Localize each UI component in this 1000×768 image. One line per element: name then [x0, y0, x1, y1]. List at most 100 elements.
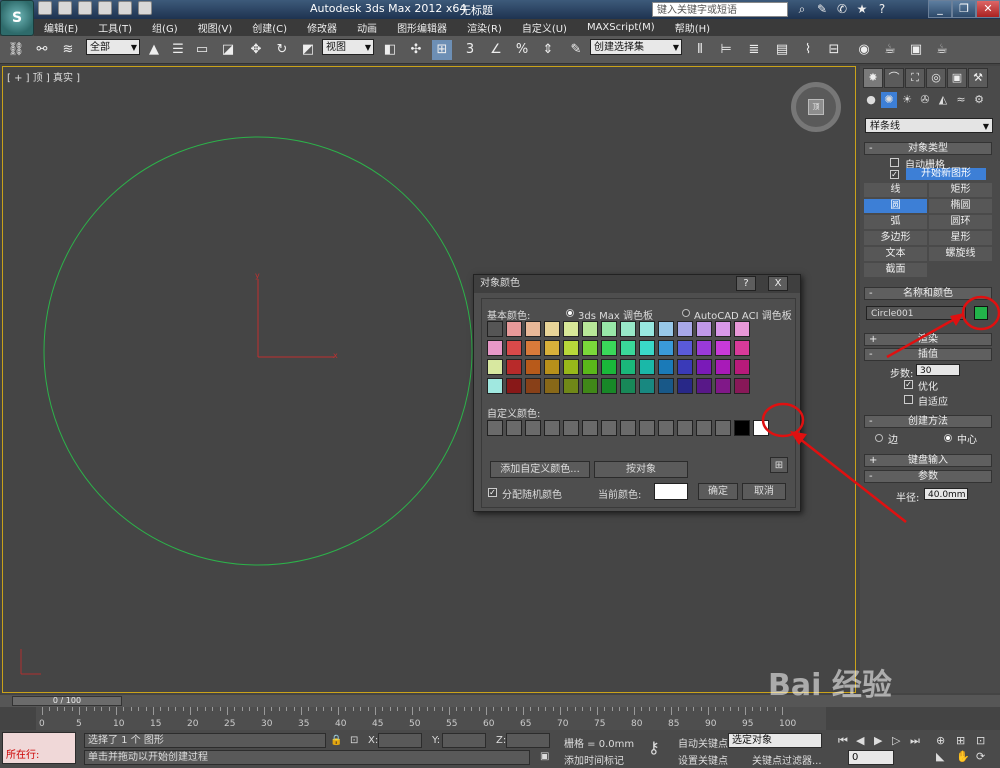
- key-filters-button[interactable]: 关键点过滤器...: [752, 752, 822, 767]
- timeline-tick: [116, 707, 117, 715]
- timeline-tick: [153, 707, 154, 715]
- timeline-tick: [715, 707, 717, 711]
- timeline-tick: [352, 707, 354, 711]
- next-frame-icon[interactable]: ▷: [892, 734, 900, 747]
- timeline-tick: [182, 707, 184, 711]
- timeline-tick: [101, 707, 103, 711]
- timeline-tick: [545, 707, 547, 711]
- timeline-tick: [471, 707, 473, 711]
- timeline-tick: [530, 707, 532, 711]
- key-set-dropdown[interactable]: 选定对象: [728, 733, 822, 748]
- timeline-tick: [441, 707, 443, 711]
- timeline-tick: [641, 707, 643, 711]
- timeline-tick: [367, 707, 369, 711]
- goto-end-icon[interactable]: ⏭: [910, 734, 920, 748]
- timeline-tick: [360, 707, 362, 711]
- x-coordinate-field[interactable]: [378, 733, 422, 748]
- prev-frame-icon[interactable]: ◀: [856, 734, 864, 747]
- zoom-icon[interactable]: ⊕: [936, 734, 945, 747]
- current-frame-field[interactable]: 0: [848, 750, 894, 765]
- timeline-tick: [745, 707, 746, 715]
- timeline-tick: [700, 707, 702, 711]
- time-slider-thumb[interactable]: 0 / 100: [12, 696, 122, 706]
- field-of-view-icon[interactable]: ◣: [936, 750, 944, 763]
- timeline-tick-label: 100: [779, 719, 797, 729]
- x-label: X:: [368, 735, 379, 746]
- timeline-tick: [389, 707, 391, 711]
- timeline-tick: [456, 707, 458, 711]
- timeline-tick-label: 75: [594, 719, 606, 729]
- grid-size: 栅格 = 0.0mm: [564, 739, 635, 750]
- timeline-tick: [42, 707, 43, 715]
- zoom-all-icon[interactable]: ⊞: [956, 734, 965, 747]
- timeline-tick: [523, 707, 524, 715]
- timeline-tick: [560, 707, 561, 715]
- timeline-tick: [197, 707, 199, 711]
- absolute-mode-icon[interactable]: ⊡: [350, 735, 358, 746]
- lock-selection-icon[interactable]: 🔒: [330, 735, 342, 746]
- timeline-tick: [79, 707, 80, 715]
- goto-start-icon[interactable]: ⏮: [838, 734, 848, 748]
- timeline-tick: [537, 707, 539, 711]
- timeline-tick: [759, 707, 761, 711]
- orbit-icon[interactable]: ⟳: [976, 750, 985, 763]
- timeline-tick-label: 35: [298, 719, 310, 729]
- timeline-tick: [271, 707, 273, 711]
- timeline-tick: [419, 707, 421, 711]
- timeline-tick: [737, 707, 739, 711]
- timeline-tick: [426, 707, 428, 711]
- timeline-tick-label: 70: [557, 719, 569, 729]
- timeline-tick: [241, 707, 243, 711]
- timeline-tick: [597, 707, 598, 715]
- timeline-tick: [449, 707, 450, 715]
- timeline-tick: [123, 707, 125, 711]
- timeline-tick: [56, 707, 58, 711]
- timeline-tick: [397, 707, 399, 711]
- timeline-tick: [212, 707, 214, 711]
- timeline-tick: [330, 707, 332, 711]
- timeline-tick: [604, 707, 606, 711]
- timeline-tick: [708, 707, 709, 715]
- timeline-tick: [671, 707, 672, 715]
- timeline-tick-label: 10: [113, 719, 125, 729]
- set-key-button[interactable]: 设置关键点: [678, 752, 728, 767]
- zoom-extents-icon[interactable]: ⊡: [976, 734, 985, 747]
- timeline-tick-label: 15: [150, 719, 162, 729]
- timeline-tick: [404, 707, 406, 711]
- timeline-tick: [160, 707, 162, 711]
- pan-icon[interactable]: ✋: [956, 750, 970, 763]
- timeline-tick: [382, 707, 384, 711]
- timeline-tick: [49, 707, 51, 711]
- add-time-tag[interactable]: 添加时间标记: [564, 752, 624, 767]
- add-time-tag-icon[interactable]: ▣: [540, 751, 549, 762]
- timeline-tick: [204, 707, 206, 711]
- timeline-tick-label: 55: [446, 719, 458, 729]
- timeline-tick: [685, 707, 687, 711]
- play-icon[interactable]: ▶: [874, 734, 882, 747]
- timeline-tick: [338, 707, 339, 715]
- timeline-tick-label: 5: [76, 719, 82, 729]
- timeline-tick: [108, 707, 110, 711]
- timeline-tick-label: 95: [742, 719, 754, 729]
- timeline-tick: [434, 707, 436, 711]
- z-coordinate-field[interactable]: [506, 733, 550, 748]
- key-icon[interactable]: ⚷: [648, 738, 660, 757]
- timeline-tick: [626, 707, 628, 711]
- y-coordinate-field[interactable]: [442, 733, 486, 748]
- timeline-tick-label: 20: [187, 719, 199, 729]
- timeline-tick: [323, 707, 325, 711]
- timeline-tick-label: 25: [224, 719, 236, 729]
- track-bar[interactable]: 0 5 10 15 20 25 30 35 40 45 50 55 60 65 70 75 80 85 90 95 10…: [36, 707, 826, 730]
- timeline-tick: [93, 707, 95, 711]
- timeline-tick: [308, 707, 310, 711]
- status-bar: 所在行: 选择了 1 个 图形 单击并拖动以开始创建过程 🔒 ⊡ X: Y: Z…: [0, 730, 1000, 768]
- app-logo-icon[interactable]: S: [0, 0, 34, 36]
- maxscript-listener[interactable]: 所在行:: [2, 732, 76, 764]
- timeline-tick: [722, 707, 724, 711]
- timeline-tick: [619, 707, 621, 711]
- timeline-tick: [515, 707, 517, 711]
- auto-key-button[interactable]: 自动关键点: [678, 735, 728, 750]
- selection-status: 选择了 1 个 图形: [84, 733, 326, 748]
- timeline-tick: [656, 707, 658, 711]
- timeline-tick: [774, 707, 776, 711]
